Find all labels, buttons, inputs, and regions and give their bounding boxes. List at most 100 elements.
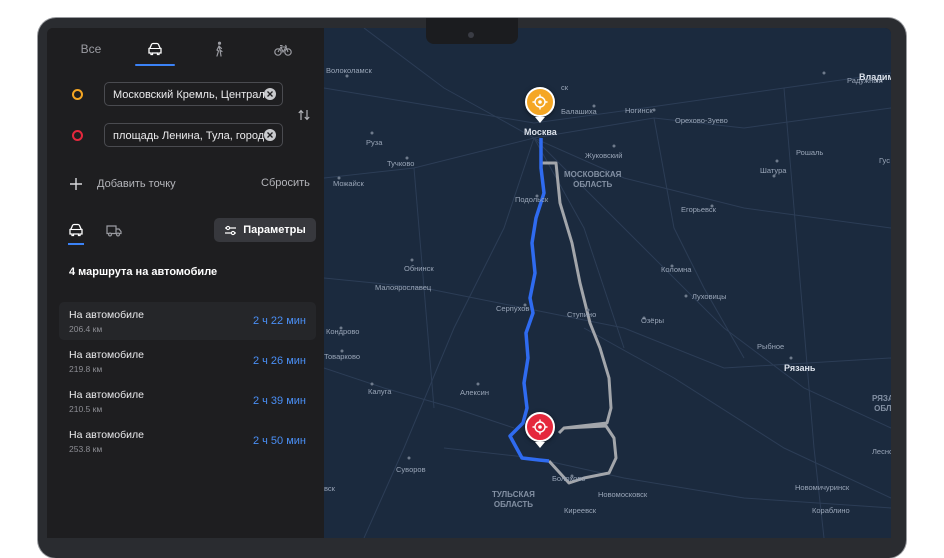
end-pin[interactable]: [525, 412, 555, 442]
map-label-rybnoe: Рыбное: [757, 342, 785, 351]
map-label-gus: Гус: [879, 156, 890, 165]
clear-from-button[interactable]: [264, 88, 276, 100]
pedestrian-icon: [216, 41, 223, 57]
plus-icon: [70, 178, 82, 190]
crosshair-icon: [532, 94, 548, 110]
start-point-icon: [72, 89, 83, 100]
crosshair-icon: [532, 419, 548, 435]
vehicle-tab-truck[interactable]: [103, 220, 125, 240]
map-label-novomoskovsk: Новомосковск: [598, 490, 648, 499]
route-option[interactable]: На автомобиле 210.5 км 2 ч 39 мин: [59, 382, 316, 420]
route-distance: 210.5 км: [69, 404, 103, 414]
tab-pedestrian[interactable]: [193, 34, 245, 64]
map-label-novomichurinsk: Новомичуринск: [795, 483, 850, 492]
end-point-icon: [72, 130, 83, 141]
route-option[interactable]: На автомобиле 206.4 км 2 ч 22 мин: [59, 302, 316, 340]
vehicle-tab-car[interactable]: [65, 220, 87, 245]
map-label-tula-region: ТУЛЬСКАЯ ОБЛАСТЬ: [492, 490, 535, 509]
map-label-moscow-region: МОСКОВСКАЯ ОБЛАСТЬ: [564, 170, 622, 189]
tab-all-label: Все: [80, 42, 102, 56]
route-name: На автомобиле: [69, 389, 144, 401]
map-label-raduzhny: Радужный: [847, 76, 883, 85]
start-pin[interactable]: [525, 87, 555, 117]
swap-icon: [298, 109, 310, 121]
map-label-lesno: Лесно: [872, 447, 891, 456]
route-point-from: Московский Кремль, Централь: [47, 82, 324, 108]
map-label-egoryevsk: Егорьевск: [681, 205, 716, 214]
route-sidebar: Все Московский Кремль, Централь площадь …: [47, 28, 324, 538]
sliders-icon: [225, 225, 237, 235]
map-label-maloyaroslavets: Малоярославец: [375, 283, 432, 292]
camera-notch: [426, 18, 518, 44]
route-name: На автомобиле: [69, 429, 144, 441]
map-label-kaluga: Калуга: [368, 387, 392, 396]
route-distance: 253.8 км: [69, 444, 103, 454]
map-label-balashikha: Балашиха: [561, 107, 597, 116]
map-label-mozhaysk: Можайск: [333, 179, 364, 188]
map-label-korablino: Кораблино: [812, 506, 850, 515]
route-time: 2 ч 39 мин: [252, 395, 306, 407]
bicycle-icon: [274, 44, 292, 56]
route-time: 2 ч 22 мин: [252, 315, 306, 327]
car-icon: [69, 223, 83, 237]
end-pin-tail: [535, 442, 545, 448]
map-label-kondrovo: Кондрово: [326, 327, 360, 336]
map-label-obninsk: Обнинск: [404, 264, 434, 273]
app-screen: Все Московский Кремль, Централь площадь …: [47, 28, 891, 538]
route-time: 2 ч 26 мин: [252, 355, 306, 367]
close-icon: [267, 91, 273, 97]
map-label-kolomna: Коломна: [661, 265, 692, 274]
route-distance: 219.8 км: [69, 364, 103, 374]
reset-button[interactable]: Сбросить: [261, 177, 310, 189]
map-label-vsk: вск: [324, 484, 335, 493]
map-label-orekhovo: Орехово-Зуево: [675, 116, 728, 125]
map-view[interactable]: Волоколамск Владими Радужный ск Балашиха…: [324, 28, 891, 538]
transport-tabs: Все: [47, 34, 324, 66]
map-label-suvorov: Суворов: [396, 465, 426, 474]
tab-car[interactable]: [129, 34, 181, 66]
map-label-lukhovitsy: Луховицы: [692, 292, 727, 301]
map-label-ryazan-region: РЯЗА ОБЛ: [872, 394, 891, 413]
tab-all[interactable]: Все: [65, 34, 117, 64]
map-label-schi: ск: [561, 83, 569, 92]
route-name: На автомобиле: [69, 349, 144, 361]
add-point-label: Добавить точку: [97, 178, 176, 190]
route-point-to: площадь Ленина, Тула, городск: [47, 123, 324, 149]
map-label-ozery: Озёры: [641, 316, 665, 325]
map-label-kireevsk: Киреевск: [564, 506, 597, 515]
route-option[interactable]: На автомобиле 219.8 км 2 ч 26 мин: [59, 342, 316, 380]
map-label-volokolamsk: Волоколамск: [326, 66, 372, 75]
map-label-serpukhov: Серпухов: [496, 304, 530, 313]
route-option[interactable]: На автомобиле 253.8 км 2 ч 50 мин: [59, 422, 316, 460]
route-name: На автомобиле: [69, 309, 144, 321]
route-time: 2 ч 50 мин: [252, 435, 306, 447]
car-icon: [148, 42, 162, 56]
parameters-label: Параметры: [243, 224, 306, 236]
map-label-tovarkovo: Товарково: [324, 352, 361, 361]
camera-icon: [468, 32, 474, 38]
route-distance: 206.4 км: [69, 324, 103, 334]
map-label-ryazan: Рязань: [784, 363, 816, 373]
routes-heading: 4 маршрута на автомобиле: [69, 266, 218, 278]
map-label-bolokhovo: Болохово: [552, 474, 586, 483]
map-label-ruza: Руза: [366, 138, 383, 147]
close-icon: [267, 132, 273, 138]
map-label-moskva: Москва: [524, 127, 557, 137]
start-pin-tail: [535, 117, 545, 123]
map-label-tuchkovo: Тучково: [387, 159, 415, 168]
from-input[interactable]: Московский Кремль, Централь: [104, 82, 283, 106]
tab-bicycle[interactable]: [257, 34, 309, 64]
swap-points-button[interactable]: [297, 108, 313, 124]
map-label-aleksin: Алексин: [460, 388, 489, 397]
truck-icon: [106, 224, 122, 236]
map-label-podolsk: Подольск: [515, 195, 549, 204]
parameters-button[interactable]: Параметры: [214, 218, 316, 242]
map-label-stupino: Ступино: [567, 310, 597, 319]
map-label-zhukovsky: Жуковский: [585, 151, 623, 160]
map-label-noginsk: Ногинск: [625, 106, 653, 115]
add-point-button[interactable]: Добавить точку: [69, 174, 176, 194]
clear-to-button[interactable]: [264, 129, 276, 141]
map-label-roshal: Рошаль: [796, 148, 824, 157]
map-label-shatura: Шатура: [760, 166, 787, 175]
to-input[interactable]: площадь Ленина, Тула, городск: [104, 123, 283, 147]
